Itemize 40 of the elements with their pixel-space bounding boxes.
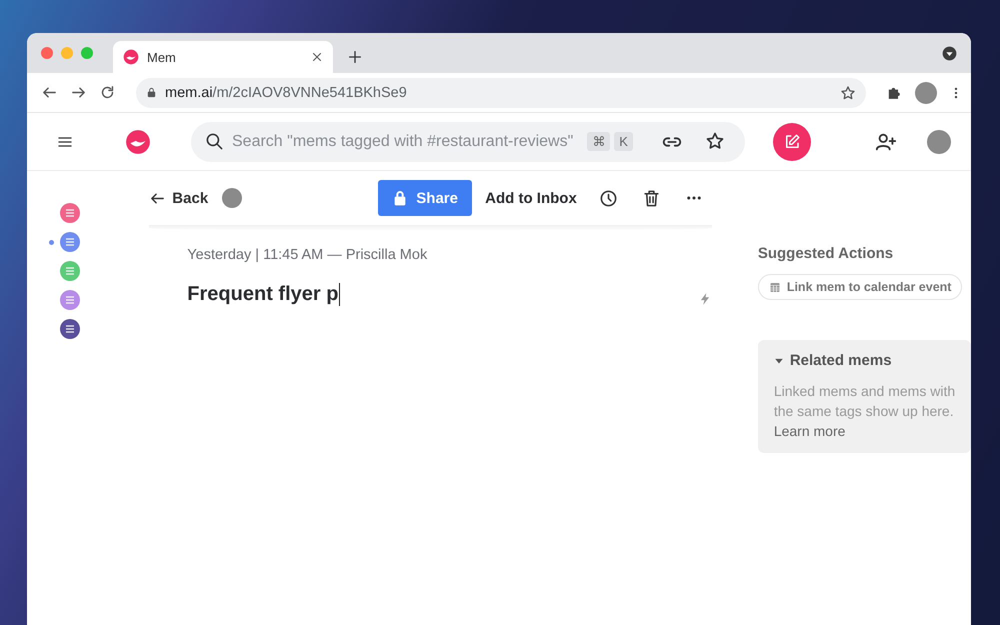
- edit-icon: [783, 132, 801, 150]
- mem-title[interactable]: Frequent flyer p: [187, 283, 340, 306]
- suggested-action-chip[interactable]: Link mem to calendar event: [758, 274, 962, 300]
- clock-icon[interactable]: [598, 188, 618, 208]
- learn-more-link[interactable]: Learn more: [774, 423, 846, 439]
- search-icon: [205, 132, 224, 151]
- lock-icon: [146, 87, 157, 98]
- section-heading: Suggested Actions: [758, 245, 894, 262]
- reload-icon[interactable]: [99, 84, 116, 101]
- tab-title: Mem: [147, 50, 177, 64]
- tab-search-icon[interactable]: [942, 46, 957, 60]
- sidebar-nav-icon[interactable]: [60, 232, 80, 252]
- section-heading[interactable]: Related mems: [790, 352, 892, 369]
- shortcut-key: K: [614, 132, 633, 151]
- star-icon[interactable]: [705, 130, 725, 150]
- shortcut-key: ⌘: [587, 132, 610, 151]
- trash-icon[interactable]: [642, 188, 661, 208]
- mem-logo-icon: [123, 49, 139, 65]
- avatar-icon[interactable]: [927, 130, 951, 154]
- mem-logo-icon: [125, 128, 151, 154]
- new-mem-button[interactable]: [773, 122, 811, 160]
- sidebar-nav-icon[interactable]: [60, 319, 80, 339]
- share-button[interactable]: Share: [378, 180, 472, 216]
- address-bar[interactable]: mem.ai/m/2cIAOV8VNNe541BKhSe9: [136, 78, 866, 108]
- close-icon[interactable]: [311, 51, 323, 63]
- new-tab-icon[interactable]: [347, 49, 363, 65]
- bookmark-star-icon[interactable]: [840, 84, 856, 100]
- search-placeholder: Search "mems tagged with #restaurant-reviews": [232, 132, 574, 150]
- search-field[interactable]: Search "mems tagged with #restaurant-reviews" ⌘ K: [191, 122, 745, 162]
- mem-metadata: Yesterday | 11:45 AM — Priscilla Mok: [187, 247, 428, 263]
- back-button[interactable]: Back: [149, 190, 208, 206]
- browser-tab[interactable]: Mem: [113, 41, 333, 73]
- url-text: mem.ai/m/2cIAOV8VNNe541BKhSe9: [165, 84, 407, 100]
- avatar-icon: [222, 188, 242, 208]
- related-mems-description: Linked mems and mems with the same tags show up here. Learn more: [774, 382, 956, 441]
- lock-icon: [392, 190, 408, 206]
- avatar-icon[interactable]: [915, 82, 937, 104]
- sidebar-nav-icon[interactable]: [60, 203, 80, 223]
- calendar-icon: [768, 281, 781, 293]
- add-to-inbox-button[interactable]: Add to Inbox: [485, 190, 577, 206]
